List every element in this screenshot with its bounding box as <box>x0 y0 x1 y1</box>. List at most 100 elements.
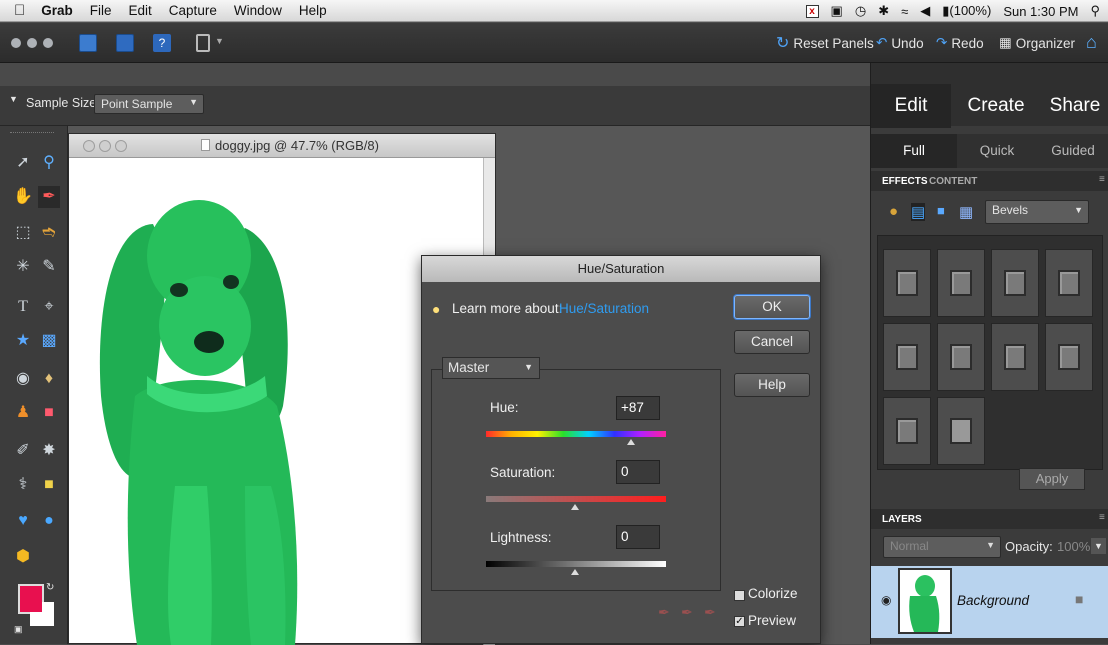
opacity-chevron-icon[interactable]: ▼ <box>1091 538 1106 554</box>
effects-category-select[interactable]: Bevels ▼ <box>985 200 1089 224</box>
saturation-slider-handle[interactable] <box>571 504 579 510</box>
smart-brush-tool-icon[interactable]: ✸ <box>38 440 60 462</box>
hue-value-input[interactable]: +87 <box>616 396 660 420</box>
opacity-value[interactable]: 100% <box>1057 539 1090 554</box>
layout-icon[interactable] <box>196 34 210 52</box>
channel-select[interactable]: Master ▼ <box>442 357 540 379</box>
menu-capture[interactable]: Capture <box>169 3 217 18</box>
gradient-tool-icon[interactable]: ■ <box>38 474 60 496</box>
content-tab[interactable]: CONTENT <box>929 176 977 187</box>
doc-close-button[interactable] <box>83 140 95 152</box>
paint-bucket-tool-icon[interactable]: ⚕ <box>12 474 34 496</box>
layout-dropdown-icon[interactable]: ▼ <box>215 36 224 46</box>
dialog-title[interactable]: Hue/Saturation <box>422 256 820 282</box>
subtab-quick[interactable]: Quick <box>959 134 1035 168</box>
lasso-tool-icon[interactable]: ➬ <box>38 222 60 244</box>
tab-edit[interactable]: Edit <box>871 84 951 128</box>
menu-file[interactable]: File <box>90 3 112 18</box>
document-title-bar[interactable]: doggy.jpg @ 47.7% (RGB/8) <box>69 134 495 158</box>
organizer-button[interactable]: ▦ Organizer <box>999 33 1075 53</box>
bevel-thumbnail[interactable] <box>937 249 985 317</box>
blur-tool-icon[interactable]: ● <box>38 510 60 532</box>
cookie-cutter-tool-icon[interactable]: ★ <box>12 330 34 352</box>
bevel-thumbnail[interactable] <box>883 249 931 317</box>
eyedropper-tool-icon[interactable]: ✒ <box>38 186 60 208</box>
save-icon[interactable] <box>116 34 134 52</box>
subtab-full[interactable]: Full <box>871 134 957 168</box>
redo-button[interactable]: ↷ Redo <box>936 33 984 53</box>
doc-zoom-button[interactable] <box>115 140 127 152</box>
menu-edit[interactable]: Edit <box>129 3 152 18</box>
red-eye-tool-icon[interactable]: ◉ <box>12 368 34 390</box>
time-machine-icon[interactable]: ◷ <box>855 3 866 19</box>
sample-size-select[interactable]: Point Sample ▼ <box>94 94 204 114</box>
layers-menu-icon[interactable]: ≡ <box>1099 512 1105 523</box>
shape-tool-icon[interactable]: ♥ <box>12 510 34 532</box>
effects-grid-icon[interactable]: ▦ <box>959 203 973 221</box>
wifi-icon[interactable]: ≈ <box>901 4 908 19</box>
clock[interactable]: Sun 1:30 PM <box>1003 4 1078 19</box>
layer-lock-icon[interactable]: ■ <box>1075 591 1083 607</box>
help-icon[interactable]: ? <box>153 34 171 52</box>
zoom-tool-icon[interactable]: ⚲ <box>38 152 60 174</box>
tab-share[interactable]: Share <box>1041 84 1108 128</box>
spotlight-search-icon[interactable]: ⚲ <box>1090 3 1100 19</box>
bevel-thumbnail[interactable] <box>991 323 1039 391</box>
lightness-slider-handle[interactable] <box>571 569 579 575</box>
swap-colors-icon[interactable]: ↻ <box>46 582 54 593</box>
layer-visibility-eye-icon[interactable]: ◉ <box>881 593 891 607</box>
layer-name[interactable]: Background <box>957 593 1029 608</box>
blend-mode-select[interactable]: Normal ▼ <box>883 536 1001 558</box>
default-colors-icon[interactable]: ▣ <box>14 624 23 635</box>
window-close-button[interactable] <box>11 38 21 48</box>
eyedropper-icon[interactable]: ✒ <box>658 604 670 621</box>
colorize-checkbox[interactable] <box>734 590 745 601</box>
options-collapse-icon[interactable]: ▼ <box>9 94 18 104</box>
bevel-thumbnail[interactable] <box>1045 323 1093 391</box>
clone-stamp-tool-icon[interactable]: ♟ <box>12 402 34 424</box>
eyedropper-minus-icon[interactable]: ✒ <box>704 604 716 621</box>
move-tool-icon[interactable]: ➚ <box>12 152 34 174</box>
healing-brush-tool-icon[interactable]: ♦ <box>38 368 60 390</box>
cancel-button[interactable]: Cancel <box>734 330 810 354</box>
tab-create[interactable]: Create <box>957 84 1035 128</box>
layer-styles-icon[interactable]: ▤ <box>911 203 926 221</box>
bevel-thumbnail[interactable] <box>883 397 931 465</box>
effects-tab[interactable]: EFFECTS <box>882 176 928 187</box>
bevel-thumbnail[interactable] <box>937 323 985 391</box>
window-zoom-button[interactable] <box>43 38 53 48</box>
bluetooth-icon[interactable]: ✱ <box>878 3 889 19</box>
bevel-thumbnail[interactable] <box>1045 249 1093 317</box>
battery-status[interactable]: ▮(100%) <box>942 3 991 19</box>
status-x-icon[interactable]: x <box>805 4 819 18</box>
crop-tool-icon[interactable]: ⌖ <box>38 296 60 318</box>
lightness-value-input[interactable]: 0 <box>616 525 660 549</box>
brush-tool-icon[interactable]: ✐ <box>12 440 34 462</box>
apply-button[interactable]: Apply <box>1019 468 1085 490</box>
hand-tool-icon[interactable]: ✋ <box>12 186 34 208</box>
display-icon[interactable]: ▣ <box>831 3 843 19</box>
sponge-tool-icon[interactable]: ⬢ <box>12 546 34 568</box>
menu-help[interactable]: Help <box>299 3 327 18</box>
home-icon[interactable]: ⌂ <box>1086 32 1097 53</box>
type-tool-icon[interactable]: T <box>12 296 34 318</box>
photo-effects-icon[interactable]: ■ <box>937 203 945 218</box>
marquee-tool-icon[interactable]: ⬚ <box>12 222 34 244</box>
new-file-icon[interactable] <box>79 34 97 52</box>
magic-wand-tool-icon[interactable]: ✳ <box>12 256 34 278</box>
eyedropper-plus-icon[interactable]: ✒ <box>681 604 693 621</box>
selection-brush-tool-icon[interactable]: ✎ <box>38 256 60 278</box>
panel-menu-icon[interactable]: ≡ <box>1099 174 1105 185</box>
help-button[interactable]: Help <box>734 373 810 397</box>
straighten-tool-icon[interactable]: ▩ <box>38 330 60 352</box>
doc-minimize-button[interactable] <box>99 140 111 152</box>
window-minimize-button[interactable] <box>27 38 37 48</box>
eraser-tool-icon[interactable]: ■ <box>38 402 60 424</box>
menu-app-name[interactable]: Grab <box>41 3 73 18</box>
menu-window[interactable]: Window <box>234 3 282 18</box>
bevel-thumbnail[interactable] <box>883 323 931 391</box>
subtab-guided[interactable]: Guided <box>1037 134 1108 168</box>
bevel-thumbnail[interactable] <box>937 397 985 465</box>
learn-more-link[interactable]: Hue/Saturation <box>559 301 649 316</box>
preview-checkbox[interactable]: ✓ <box>734 616 745 627</box>
